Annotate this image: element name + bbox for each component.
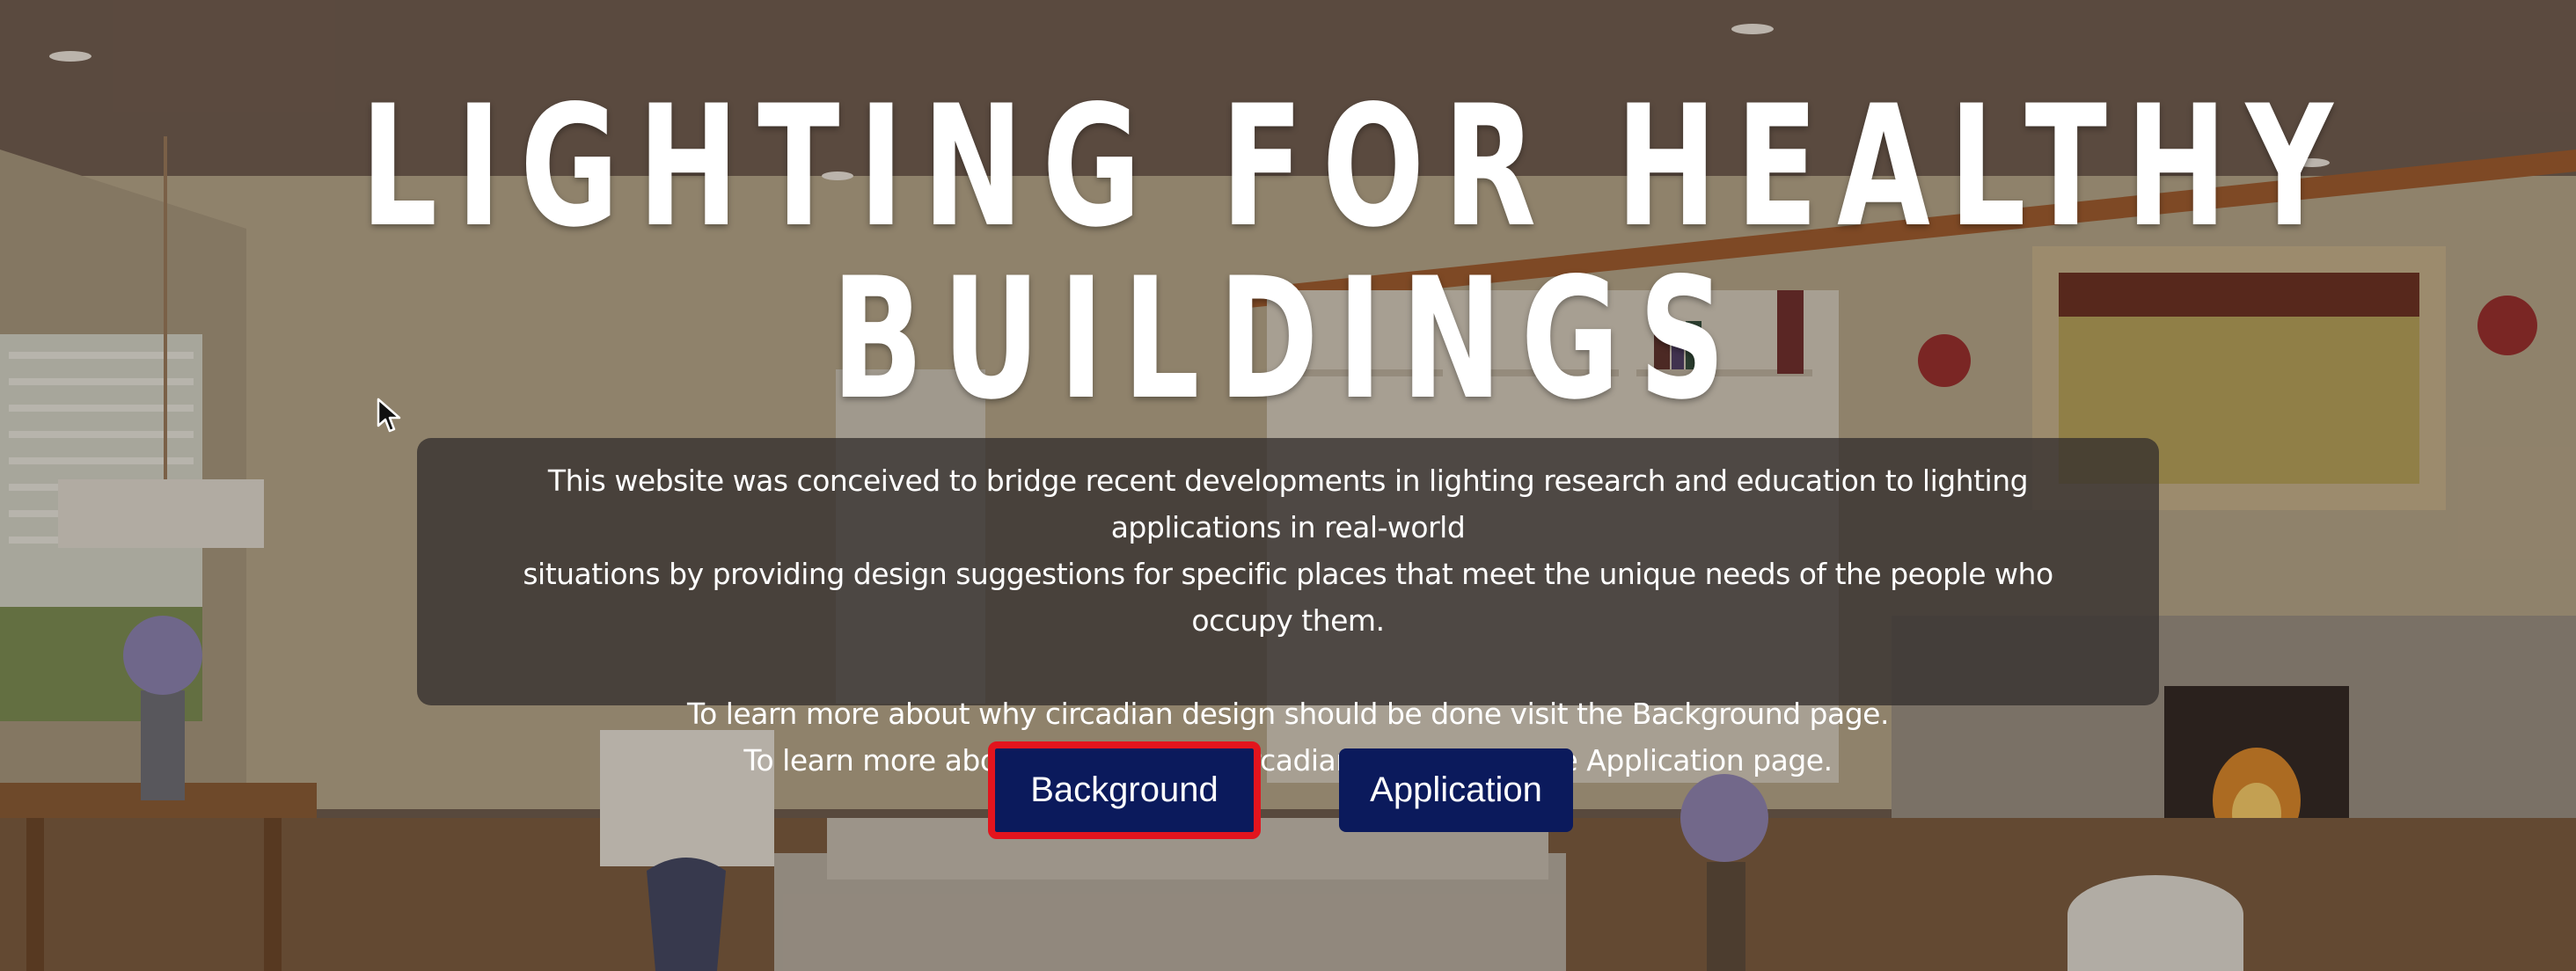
- title-line-2: BUILDINGS: [831, 242, 1745, 436]
- intro-text-line-2: situations by providing design suggestio…: [523, 557, 2053, 638]
- title-line-1: LIGHTING FOR HEALTHY: [360, 69, 2353, 264]
- background-button[interactable]: Background: [988, 741, 1261, 839]
- intro-text-line-1: This website was conceived to bridge rec…: [547, 464, 2029, 544]
- page-title: LIGHTING FOR HEALTHY BUILDINGS: [0, 81, 2576, 426]
- intro-text-line-3: To learn more about why circadian design…: [687, 697, 1889, 731]
- arrow-cursor-icon: [377, 398, 401, 433]
- intro-text-line-4: To learn more about how to apply circadi…: [743, 743, 1833, 778]
- application-button[interactable]: Application: [1339, 748, 1573, 832]
- intro-panel: This website was conceived to bridge rec…: [417, 438, 2159, 778]
- hero-section: LIGHTING FOR HEALTHY BUILDINGS This webs…: [0, 0, 2576, 971]
